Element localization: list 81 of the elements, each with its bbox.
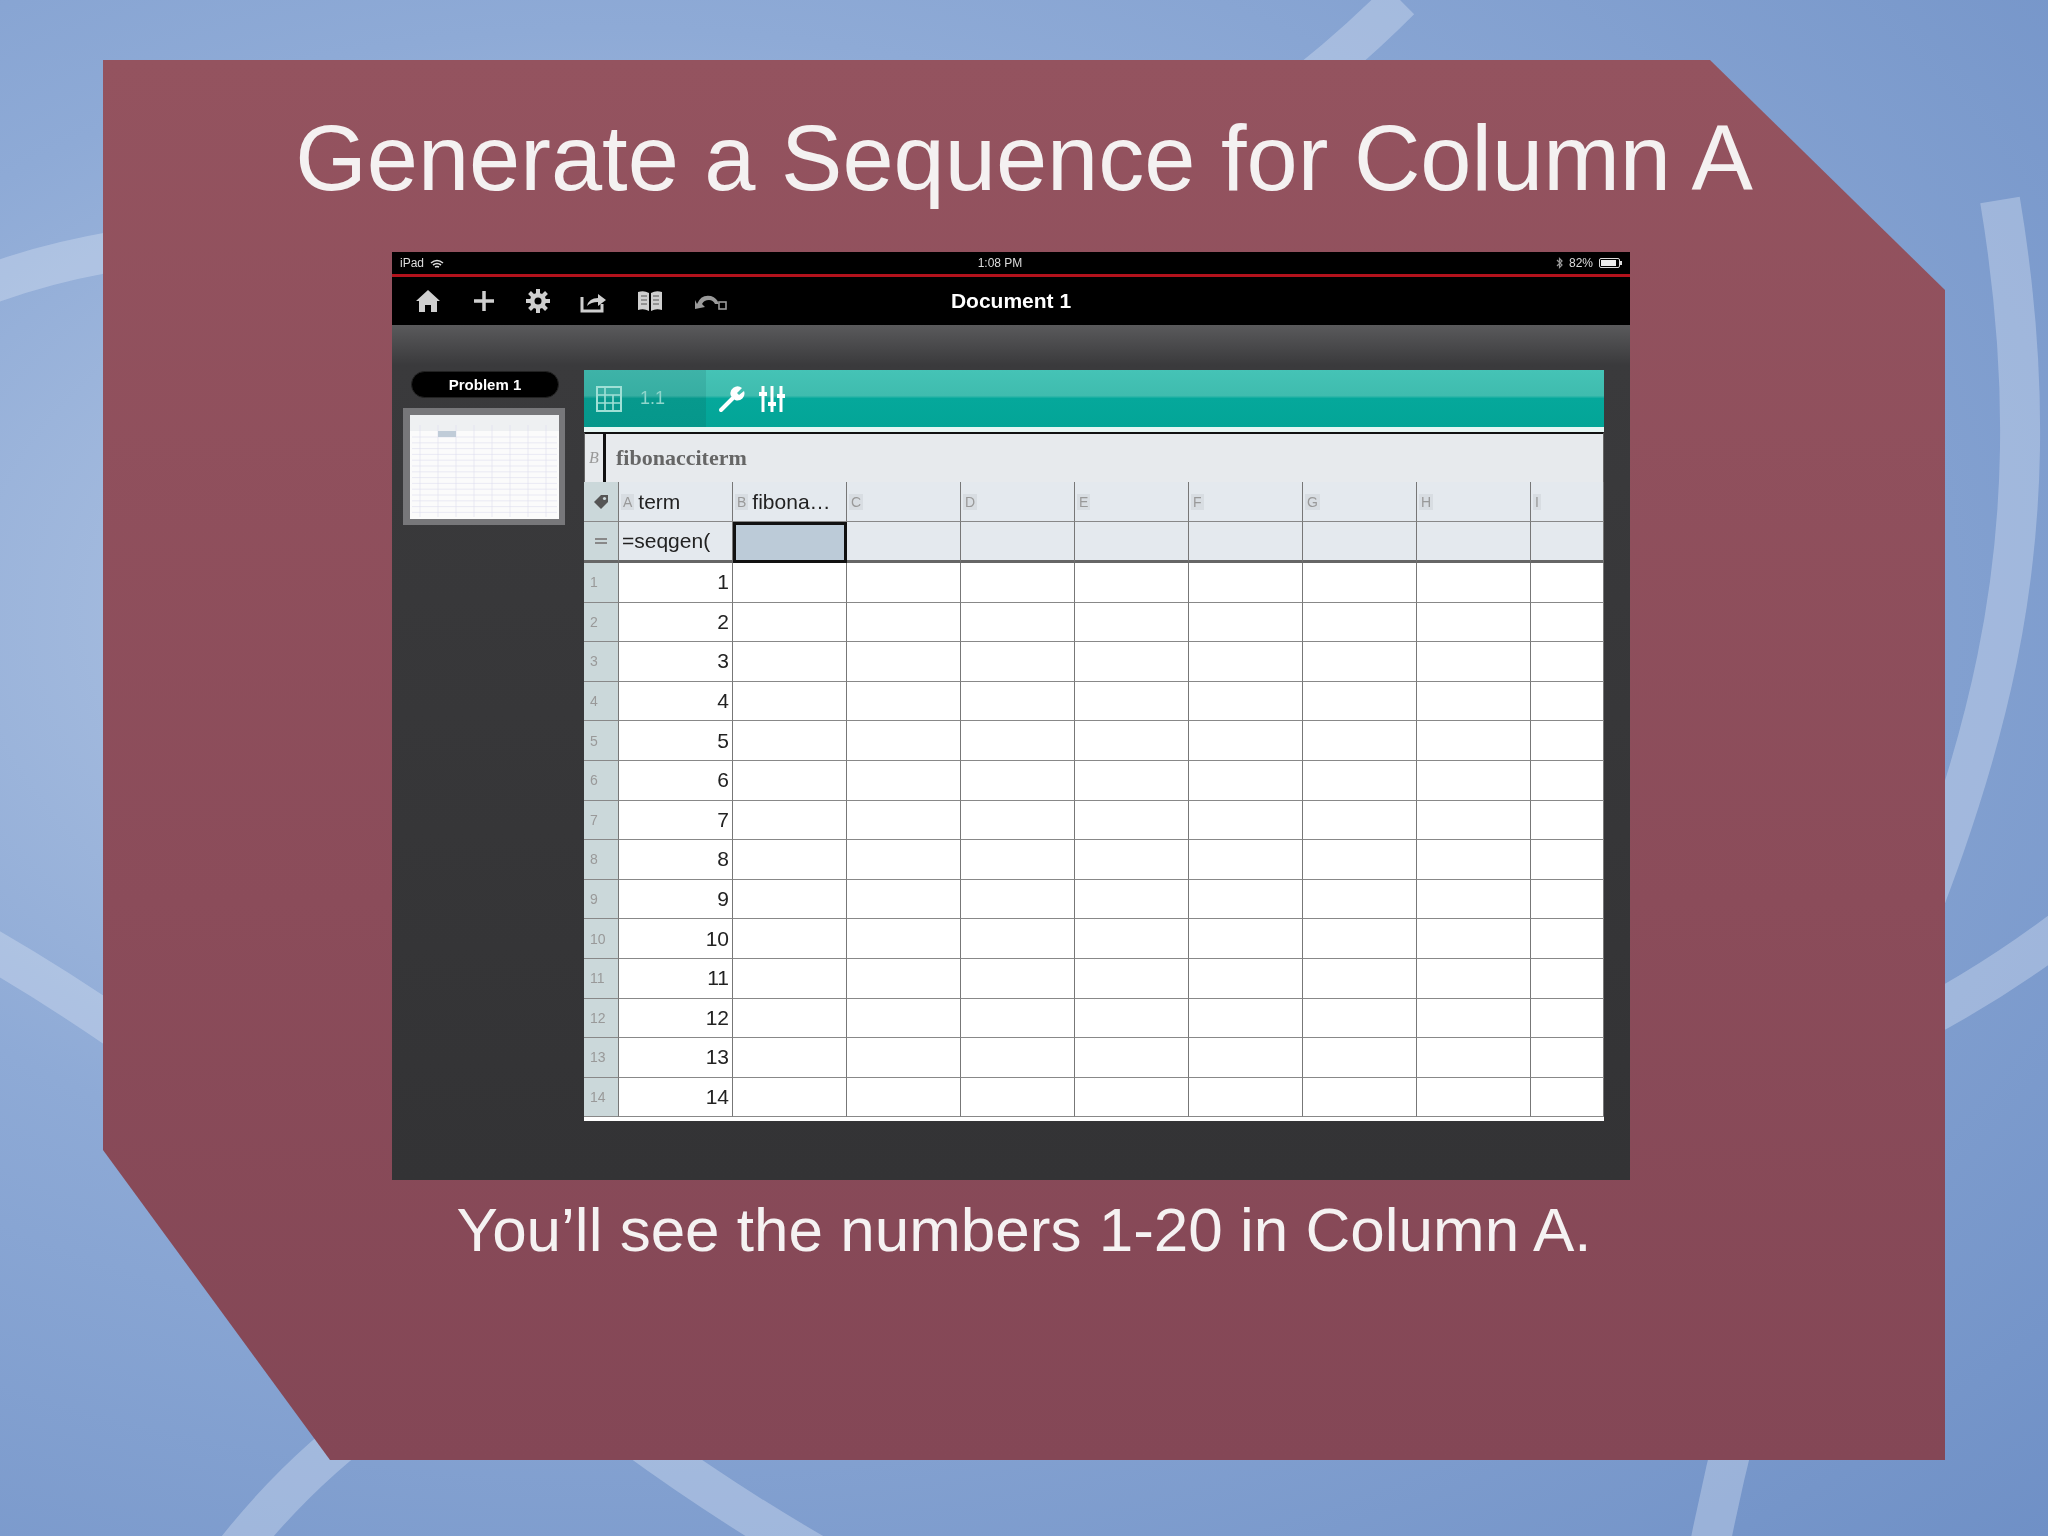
- row-number: 11: [584, 958, 619, 999]
- formula-cell[interactable]: [1531, 522, 1604, 563]
- row-number: 1: [584, 563, 619, 603]
- column-letter: B: [735, 493, 749, 510]
- row-number: 14: [584, 1077, 619, 1118]
- column-letter: E: [1077, 493, 1091, 510]
- table-cell: 8: [619, 840, 733, 880]
- column-header[interactable]: G: [1303, 482, 1417, 522]
- column-header[interactable]: D: [961, 482, 1075, 522]
- column-letter: C: [849, 493, 864, 510]
- cell-reference: B: [588, 449, 600, 467]
- column-name: fibona…: [752, 489, 831, 514]
- table-cell: 1: [619, 563, 733, 603]
- row-number: 10: [584, 919, 619, 959]
- page-number: 1.1: [640, 388, 666, 409]
- row-number: 3: [584, 642, 619, 682]
- formula-cell[interactable]: [847, 522, 961, 563]
- clock-time: 1:08 PM: [977, 256, 1023, 270]
- column-header[interactable]: B fibona…: [733, 482, 847, 522]
- formula-cell[interactable]: [733, 522, 847, 563]
- column-header[interactable]: E: [1075, 482, 1189, 522]
- document-title: Document 1: [950, 289, 1072, 312]
- column-letter: F: [1191, 493, 1204, 510]
- table-cell: 12: [619, 998, 733, 1039]
- table-cell: 4: [619, 681, 733, 722]
- row-number: 6: [584, 760, 619, 801]
- battery-percent: 82%: [1568, 256, 1593, 270]
- row-number: 7: [584, 800, 619, 841]
- table-cell: 14: [619, 1077, 733, 1118]
- spreadsheet-icon[interactable]: [596, 385, 622, 412]
- formula-text: fibonacciterm: [616, 445, 747, 471]
- formula-cell[interactable]: [961, 522, 1075, 563]
- page-thumbnail[interactable]: [409, 414, 559, 519]
- battery-icon: [1599, 258, 1622, 268]
- add-icon[interactable]: [472, 289, 496, 313]
- formula-cell[interactable]: [1417, 522, 1531, 563]
- table-cell: 9: [619, 879, 733, 920]
- wrench-icon[interactable]: [718, 384, 746, 413]
- row-number: 2: [584, 602, 619, 643]
- bluetooth-icon: [1555, 257, 1563, 269]
- page-tab[interactable]: 1.1: [584, 370, 706, 427]
- formula-cell[interactable]: =seqgen(: [619, 522, 733, 563]
- row-number: 13: [584, 1038, 619, 1078]
- slide-caption: You’ll see the numbers 1-20 in Column A.: [456, 1195, 1592, 1265]
- device-name: iPad: [400, 256, 425, 270]
- equals-icon: [595, 538, 607, 544]
- slide-title: Generate a Sequence for Column A: [295, 108, 1753, 208]
- table-cell: 11: [619, 958, 733, 999]
- column-header[interactable]: H: [1417, 482, 1531, 522]
- column-letter: G: [1305, 493, 1320, 510]
- table-cell: 10: [619, 919, 733, 959]
- row-number: 12: [584, 998, 619, 1039]
- wifi-icon: [430, 257, 445, 269]
- table-cell: 2: [619, 602, 733, 643]
- column-name: term: [638, 489, 681, 514]
- tag-icon: [593, 493, 609, 510]
- column-letter: D: [963, 493, 978, 510]
- row-number: 9: [584, 879, 619, 920]
- column-letter: A: [621, 493, 635, 510]
- row-number: 8: [584, 840, 619, 880]
- row-number: 5: [584, 721, 619, 761]
- formula-bar[interactable]: B fibonacciterm: [584, 432, 1604, 482]
- column-letter: H: [1419, 493, 1434, 510]
- formula-cell[interactable]: [1189, 522, 1303, 563]
- formula-cell[interactable]: [1075, 522, 1189, 563]
- problem-label[interactable]: Problem 1: [411, 371, 559, 398]
- column-header[interactable]: A term: [619, 482, 733, 522]
- column-header[interactable]: C: [847, 482, 961, 522]
- table-cell: 13: [619, 1038, 733, 1078]
- formula-cell[interactable]: [1303, 522, 1417, 563]
- sliders-icon[interactable]: [758, 383, 786, 414]
- table-cell: 5: [619, 721, 733, 761]
- formula-value: =seqgen(: [621, 529, 711, 553]
- row-number: 4: [584, 681, 619, 722]
- book-icon[interactable]: [637, 289, 663, 313]
- settings-icon[interactable]: [526, 289, 550, 313]
- home-icon[interactable]: [414, 288, 442, 314]
- column-header[interactable]: F: [1189, 482, 1303, 522]
- table-cell: 3: [619, 642, 733, 682]
- table-cell: 6: [619, 760, 733, 801]
- table-cell: 7: [619, 800, 733, 841]
